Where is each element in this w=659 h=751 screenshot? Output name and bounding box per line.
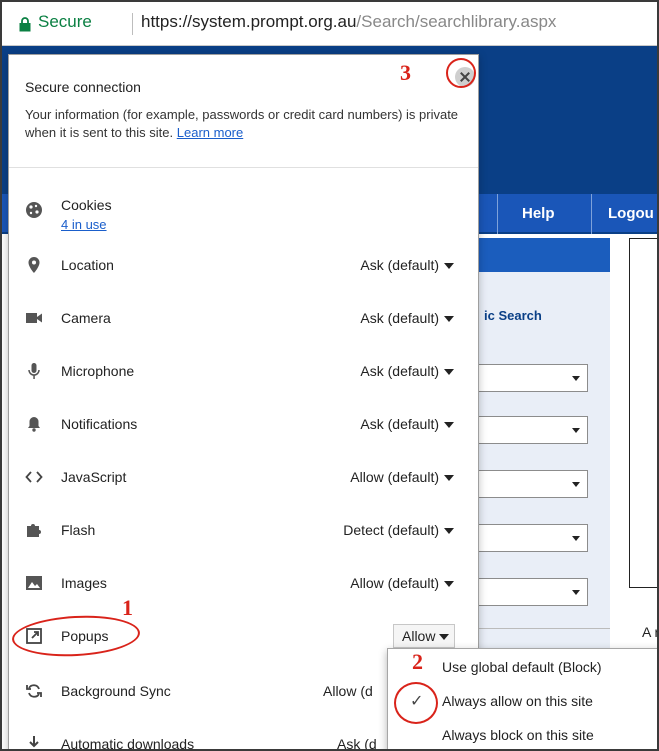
cookies-in-use-link[interactable]: 4 in use xyxy=(61,217,107,232)
annotation-number: 2 xyxy=(412,649,423,674)
cookies-row: Cookies 4 in use xyxy=(9,195,478,237)
permission-row-microphone: Microphone Ask (default) xyxy=(9,356,478,386)
option-label: Use global default (Block) xyxy=(442,659,602,675)
caret-down-icon xyxy=(439,634,450,641)
permission-select[interactable]: Ask (default) xyxy=(360,416,454,432)
permission-label: Images xyxy=(61,575,107,591)
image-icon xyxy=(26,576,42,590)
annotation-number: 1 xyxy=(122,595,133,620)
chevron-down-icon xyxy=(572,428,580,433)
connection-description: Your information (for example, passwords… xyxy=(25,106,465,142)
chevron-down-icon xyxy=(572,590,580,595)
permission-row-images: Images Allow (default) xyxy=(9,568,478,598)
annotation-number: 3 xyxy=(400,60,411,85)
permission-value: Allow (d xyxy=(323,683,373,699)
permission-select[interactable]: Ask (d xyxy=(337,736,377,751)
cookies-label: Cookies xyxy=(61,197,112,213)
chevron-down-icon xyxy=(572,536,580,541)
caret-down-icon xyxy=(444,369,454,376)
permission-label: Microphone xyxy=(61,363,135,379)
permission-row-javascript: JavaScript Allow (default) xyxy=(9,462,478,492)
permission-value: Ask (default) xyxy=(360,416,439,432)
permission-label: Automatic downloads xyxy=(61,736,195,751)
address-separator xyxy=(132,13,133,35)
permission-row-camera: Camera Ask (default) xyxy=(9,303,478,333)
caret-down-icon xyxy=(444,528,454,535)
permission-value: Allow (default) xyxy=(350,575,439,591)
permission-select[interactable]: Allow (default) xyxy=(350,575,454,591)
results-box xyxy=(629,238,657,588)
microphone-icon xyxy=(28,363,40,379)
option-label: Always block on this site xyxy=(442,727,594,743)
lock-icon[interactable] xyxy=(19,17,31,32)
permission-label: Flash xyxy=(61,522,96,538)
permission-label: Location xyxy=(61,257,114,273)
caret-down-icon xyxy=(444,581,454,588)
permission-value: Ask (default) xyxy=(360,363,439,379)
camera-icon xyxy=(26,313,42,323)
download-icon xyxy=(29,736,39,748)
permission-select[interactable]: Ask (default) xyxy=(360,257,454,273)
popups-select[interactable]: Allow xyxy=(393,624,455,648)
page-text: A r xyxy=(642,624,659,640)
location-icon xyxy=(28,257,40,273)
annotation-ring xyxy=(394,682,438,724)
divider xyxy=(9,167,478,168)
dropdown-option-always-block[interactable]: Always block on this site xyxy=(388,719,657,749)
secure-label[interactable]: Secure xyxy=(38,12,92,32)
chevron-down-icon xyxy=(572,376,580,381)
permission-row-notifications: Notifications Ask (default) xyxy=(9,409,478,439)
connection-title: Secure connection xyxy=(25,79,141,95)
caret-down-icon xyxy=(444,316,454,323)
caret-down-icon xyxy=(444,263,454,270)
cookie-icon xyxy=(26,202,42,218)
option-label: Always allow on this site xyxy=(442,693,593,709)
permission-value: Detect (default) xyxy=(343,522,439,538)
code-icon xyxy=(25,471,43,483)
permission-select[interactable]: Ask (default) xyxy=(360,363,454,379)
dropdown-option-global-default[interactable]: Use global default (Block) xyxy=(388,651,657,683)
permission-select[interactable]: Ask (default) xyxy=(360,310,454,326)
permission-value: Ask (default) xyxy=(360,257,439,273)
chevron-down-icon xyxy=(572,482,580,487)
permission-value: Allow (default) xyxy=(350,469,439,485)
logout-nav-button[interactable]: Logou xyxy=(591,194,657,234)
permission-label: JavaScript xyxy=(61,469,127,485)
address-bar[interactable]: Secure https://system.prompt.org.au/Sear… xyxy=(2,2,657,46)
permission-label: Background Sync xyxy=(61,683,171,699)
caret-down-icon xyxy=(444,475,454,482)
permission-value: Ask (default) xyxy=(360,310,439,326)
url-host: https://system.prompt.org.au xyxy=(141,12,357,31)
permission-value: Allow xyxy=(402,628,436,644)
permission-select[interactable]: Allow (d xyxy=(323,683,373,699)
learn-more-link[interactable]: Learn more xyxy=(177,125,243,140)
permission-label: Notifications xyxy=(61,416,138,432)
puzzle-icon xyxy=(27,524,41,537)
permission-select[interactable]: Allow (default) xyxy=(350,469,454,485)
permission-select[interactable]: Detect (default) xyxy=(343,522,454,538)
annotation-ring xyxy=(446,58,476,88)
permission-value: Ask (d xyxy=(337,736,377,751)
caret-down-icon xyxy=(444,422,454,429)
permission-label: Camera xyxy=(61,310,111,326)
sync-icon xyxy=(26,684,42,698)
url-text[interactable]: https://system.prompt.org.au/Search/sear… xyxy=(141,12,556,32)
permission-row-location: Location Ask (default) xyxy=(9,250,478,280)
browser-window: Secure https://system.prompt.org.au/Sear… xyxy=(0,0,659,751)
help-nav-button[interactable]: Help xyxy=(497,194,591,234)
permission-row-flash: Flash Detect (default) xyxy=(9,515,478,545)
bell-icon xyxy=(28,417,40,432)
url-path: /Search/searchlibrary.aspx xyxy=(356,12,557,31)
panel-title: ic Search xyxy=(484,308,542,323)
